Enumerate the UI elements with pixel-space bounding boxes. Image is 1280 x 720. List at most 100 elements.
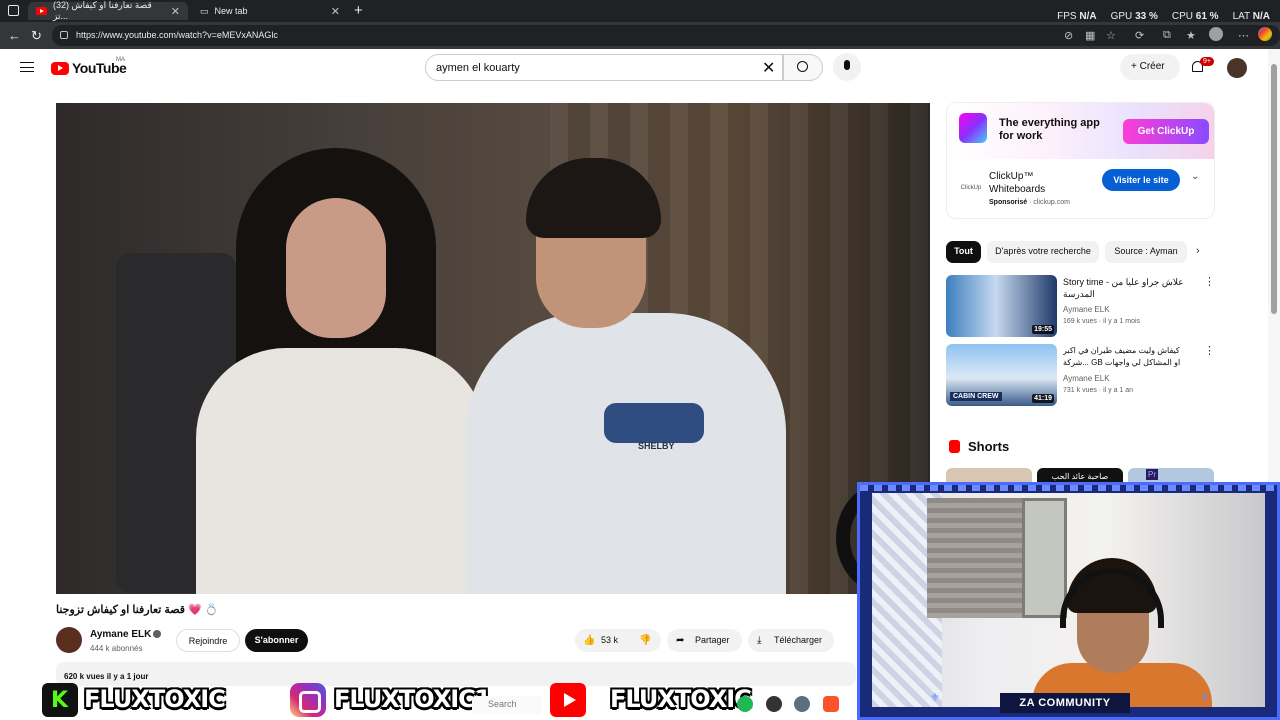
kick-icon	[42, 683, 78, 717]
back-arrow-icon[interactable]: ←	[8, 28, 21, 43]
settings-gear-icon[interactable]	[794, 696, 810, 712]
rec-title[interactable]: Story time - علاش جراو عليا من المدرسة	[1063, 276, 1203, 300]
chip-based-on-search[interactable]: D'après votre recherche	[987, 241, 1099, 263]
ad-sponsored-line: Sponsorisé · clickup.com	[989, 199, 1070, 206]
search-button[interactable]	[783, 54, 823, 81]
gpu-label: GPU	[1110, 11, 1133, 22]
lat-value: N/A	[1252, 11, 1270, 22]
shorts-heading: Shorts	[968, 439, 1010, 454]
channel-avatar[interactable]	[56, 627, 82, 653]
subscribe-button[interactable]: S'abonner	[245, 629, 308, 652]
chip-source[interactable]: Source : Ayman	[1105, 241, 1187, 263]
account-avatar[interactable]	[1227, 58, 1247, 78]
download-label: Télécharger	[774, 635, 823, 645]
shorts-icon	[949, 440, 960, 453]
reading-mode-icon[interactable]: ⊘	[1064, 29, 1073, 42]
close-icon[interactable]: ✕	[171, 5, 180, 18]
page-icon: ▭	[200, 5, 209, 16]
chip-all[interactable]: Tout	[946, 241, 981, 263]
ad-headline: The everything app for work	[999, 117, 1100, 142]
tab-label: (32) قصة تعارفنا او كيفاش تز...	[53, 0, 152, 21]
profile-avatar[interactable]	[1209, 27, 1223, 41]
visit-site-button[interactable]: Visiter le site	[1102, 169, 1180, 191]
list-item[interactable]: CABIN CREW 41:19 كيفاش وليت مضيف طيران ف…	[946, 344, 1216, 406]
window	[1022, 498, 1067, 618]
chevron-right-icon[interactable]: ›	[1196, 245, 1200, 257]
get-clickup-button[interactable]: Get ClickUp	[1123, 119, 1209, 144]
kick-handle: FLUXTOXIC	[84, 685, 226, 713]
taskbar-search[interactable]: Search	[472, 696, 542, 714]
sponsored-ad[interactable]: The everything app for work Get ClickUp …	[946, 102, 1215, 219]
search-input[interactable]: aymen el kouarty	[425, 54, 783, 81]
emblem-icon: ⚜	[930, 692, 940, 704]
thumbs-up-icon[interactable]: 👍	[583, 635, 595, 646]
copilot-icon[interactable]	[1258, 27, 1272, 41]
youtube-logo[interactable]: YouTube MA	[51, 57, 127, 76]
favorites-icon[interactable]: ★	[1186, 29, 1196, 42]
rec-title[interactable]: كيفاش وليت مضيف طيران في اكبر شركة... GB…	[1063, 345, 1203, 371]
notification-badge: 9+	[1200, 57, 1214, 66]
spotify-icon[interactable]	[737, 696, 753, 712]
cpu-label: CPU	[1171, 11, 1193, 22]
address-bar[interactable]: https://www.youtube.com/watch?v=eMEVxANA…	[52, 25, 1280, 46]
tab-youtube-video[interactable]: (32) قصة تعارفنا او كيفاش تز... ✕	[28, 0, 188, 21]
webcam-feed	[872, 493, 1265, 707]
brave-icon[interactable]	[823, 696, 839, 712]
app-available-icon[interactable]: ▦	[1085, 29, 1095, 42]
split-screen-icon[interactable]: ⧉	[1163, 29, 1171, 42]
reload-icon[interactable]: ↻	[31, 28, 42, 44]
instagram-icon	[290, 683, 326, 717]
scrollbar-thumb[interactable]	[1271, 64, 1277, 314]
ad-product-name: ClickUp™ Whiteboards	[989, 171, 1046, 195]
window-menu-icon[interactable]	[8, 5, 19, 16]
instagram-handle: FLUXTOXIC1	[334, 685, 491, 713]
woman-body	[196, 348, 486, 594]
chevron-down-icon[interactable]: ⌄	[1191, 171, 1199, 182]
like-count[interactable]: 53 k	[601, 635, 618, 645]
site-info-icon[interactable]	[60, 31, 68, 39]
extensions-icon[interactable]: ⟳	[1135, 29, 1144, 42]
more-vert-icon[interactable]: ⋮	[1204, 275, 1215, 288]
create-button[interactable]: + Créer	[1120, 54, 1180, 80]
car-graphic	[604, 403, 704, 443]
thumbs-down-icon[interactable]: 👎	[639, 635, 651, 646]
voice-search-button[interactable]	[833, 53, 861, 81]
premiere-icon: Pr	[1146, 469, 1158, 480]
join-button[interactable]: Rejoindre	[176, 629, 240, 652]
rec-channel[interactable]: Aymane ELK	[1063, 374, 1110, 383]
tab-label: New tab	[214, 6, 248, 16]
man-body	[466, 313, 786, 594]
browser-toolbar: ← ↻ https://www.youtube.com/watch?v=eMEV…	[0, 22, 1280, 49]
rec-channel[interactable]: Aymane ELK	[1063, 305, 1110, 314]
video-player[interactable]: SHELBY	[56, 103, 930, 594]
video-thumbnail[interactable]: CABIN CREW 41:19	[946, 344, 1057, 406]
more-menu-icon[interactable]: ⋯	[1238, 29, 1249, 42]
download-icon: ⤓	[757, 635, 762, 646]
clear-search-icon[interactable]: ✕	[762, 58, 775, 78]
more-vert-icon[interactable]: ⋮	[1204, 344, 1215, 357]
youtube-play-icon	[51, 61, 69, 75]
share-button[interactable]: ➦ Partager	[667, 629, 742, 652]
fps-label: FPS	[1057, 11, 1077, 22]
ad-banner[interactable]: The everything app for work Get ClickUp	[947, 103, 1214, 159]
cpu-value: 61 %	[1195, 11, 1219, 22]
video-thumbnail[interactable]: 19:55	[946, 275, 1057, 337]
sponsored-label: Sponsorisé	[989, 199, 1028, 206]
fps-value: N/A	[1079, 11, 1097, 22]
list-item[interactable]: 19:55 Story time - علاش جراو عليا من الم…	[946, 275, 1216, 337]
menu-icon[interactable]	[20, 62, 34, 72]
webcam-caption: ZA COMMUNITY	[1000, 693, 1130, 713]
channel-name[interactable]: Aymane ELK	[90, 629, 151, 640]
close-icon[interactable]: ✕	[331, 5, 340, 18]
webcam-overlay-frame: ⚜ ZA COMMUNITY ⚜	[857, 482, 1280, 720]
lat-label: LAT	[1232, 11, 1250, 22]
plus-icon: +	[1131, 61, 1137, 72]
woman-face	[286, 198, 386, 338]
rec-stats: 731 k vues · il y a 1 an	[1063, 387, 1134, 394]
app-icon[interactable]	[766, 696, 782, 712]
favorite-star-icon[interactable]: ☆	[1106, 29, 1116, 42]
filter-chips: Tout D'après votre recherche Source : Ay…	[946, 241, 1216, 263]
new-tab-button[interactable]: +	[354, 2, 363, 19]
tab-new-tab[interactable]: ▭ New tab ✕	[192, 2, 348, 20]
download-button[interactable]: ⤓ Télécharger	[748, 629, 834, 652]
